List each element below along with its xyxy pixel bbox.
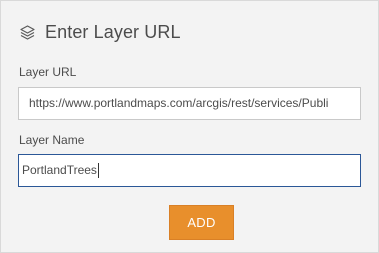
page-title: Enter Layer URL [45,21,181,42]
layer-url-input[interactable]: https://www.portlandmaps.com/arcgis/rest… [18,87,361,120]
panel-header: Enter Layer URL [19,19,181,45]
layers-icon [19,24,36,41]
layer-url-value: https://www.portlandmaps.com/arcgis/rest… [29,96,329,110]
layer-name-value: PortlandTrees [22,163,97,177]
text-caret [97,163,99,179]
layer-url-label: Layer URL [19,65,77,79]
enter-layer-url-panel: Enter Layer URL Layer URL https://www.po… [0,0,379,253]
layer-name-label: Layer Name [19,133,85,147]
layer-name-input[interactable]: PortlandTrees [18,154,361,187]
add-button[interactable]: ADD [169,205,234,240]
